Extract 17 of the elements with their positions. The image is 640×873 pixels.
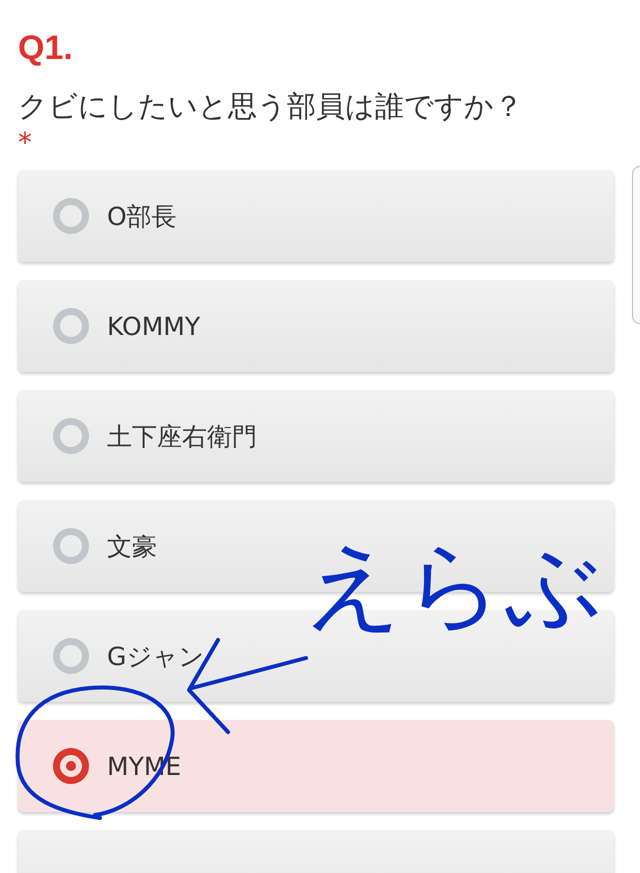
required-mark: * (17, 126, 33, 158)
radio-button[interactable] (53, 198, 89, 234)
option-label: Gジャン (107, 640, 204, 672)
radio-button[interactable] (53, 748, 89, 784)
option-label: 土下座右衛門 (107, 420, 257, 452)
option-label: 文豪 (107, 530, 157, 562)
radio-button[interactable] (53, 638, 89, 674)
option-card[interactable]: KOMMY (18, 280, 614, 372)
option-card[interactable]: 土下座右衛門 (18, 390, 614, 482)
option-label: KOMMY (107, 312, 200, 340)
radio-button[interactable] (53, 418, 89, 454)
radio-button[interactable] (53, 308, 89, 344)
question-number: Q1. (17, 28, 74, 69)
radio-button[interactable] (53, 528, 89, 564)
option-label: O部長 (107, 200, 177, 232)
question-text: クビにしたいと思う部員は誰ですか？ (17, 88, 524, 125)
option-card[interactable]: O部長 (18, 170, 614, 262)
